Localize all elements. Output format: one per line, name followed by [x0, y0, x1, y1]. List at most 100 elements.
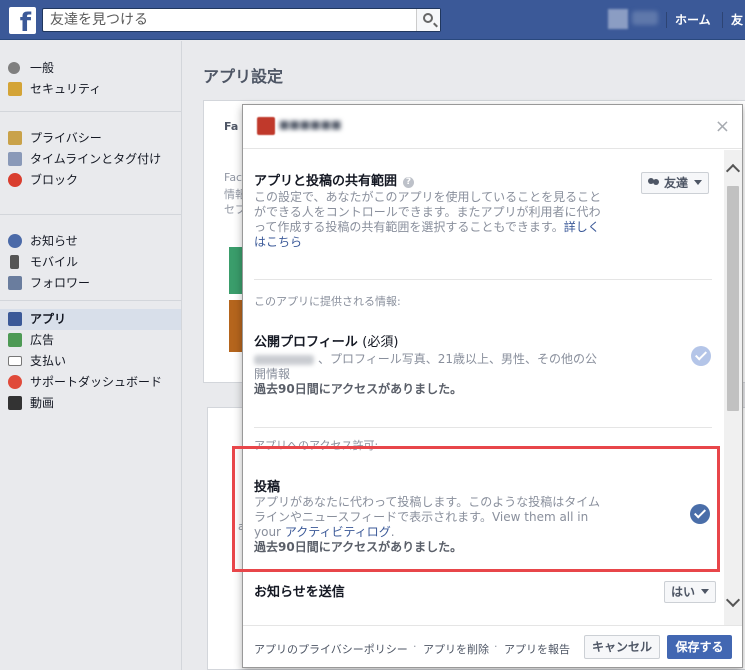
sidebar-item-label: タイムラインとタグ付け: [30, 152, 162, 166]
sidebar-item-videos[interactable]: 動画: [0, 393, 181, 414]
send-notifications-title: お知らせを送信: [254, 585, 345, 600]
provided-info-label: このアプリに提供される情報:: [254, 295, 401, 308]
required-tag: (必須): [362, 335, 399, 350]
card-fragment: Fac: [224, 171, 243, 184]
sidebar-item-notifications[interactable]: お知らせ: [0, 231, 181, 252]
sidebar-group-privacy: プライバシー タイムラインとタグ付け ブロック: [0, 112, 181, 215]
sidebar-item-general[interactable]: 一般: [0, 58, 181, 79]
access-permission-label: アプリへのアクセス許可:: [254, 439, 379, 452]
audience-title-text: アプリと投稿の共有範囲: [254, 174, 398, 189]
profile-avatar[interactable]: [608, 9, 628, 29]
nav-divider: [722, 12, 723, 28]
sidebar-item-followers[interactable]: フォロワー: [0, 273, 181, 294]
gears-icon: [8, 62, 20, 74]
checkmark-icon: [691, 346, 711, 366]
sidebar-item-label: アプリ: [30, 312, 67, 326]
sidebar-item-label: 支払い: [30, 354, 67, 368]
last-access-text: 過去90日間にアクセスがありました。: [254, 382, 463, 396]
scroll-up-icon[interactable]: [725, 163, 741, 179]
audience-dropdown[interactable]: 友達: [641, 172, 710, 194]
notifications-dropdown[interactable]: はい: [664, 581, 717, 603]
notifications-dropdown-value: はい: [671, 585, 696, 599]
privacy-policy-link[interactable]: アプリのプライバシーポリシー: [254, 641, 408, 657]
nav-divider: [666, 12, 667, 28]
divider: [254, 427, 712, 428]
posts-description: アプリがあなたに代わって投稿します。このような投稿はタイムラインやニュースフィー…: [254, 495, 604, 555]
separator: ·: [494, 640, 498, 653]
sidebar-item-support-dashboard[interactable]: サポートダッシュボード: [0, 372, 181, 393]
sidebar-item-ads[interactable]: 広告: [0, 330, 181, 351]
sidebar-group-notifications: お知らせ モバイル フォロワー: [0, 215, 181, 301]
profile-name-link[interactable]: [632, 11, 658, 25]
remove-app-link[interactable]: アプリを削除: [423, 641, 489, 657]
activity-log-link[interactable]: アクティビティログ: [285, 525, 391, 539]
app-icon: [257, 117, 275, 135]
app-settings-dialog: ■■■■■■ × アプリと投稿の共有範囲? この設定で、あなたがこのアプリを使用…: [242, 104, 743, 668]
audience-description: この設定で、あなたがこのアプリを使用していることを見ることができる人をコントロー…: [254, 190, 604, 250]
checkmark-icon[interactable]: [690, 504, 710, 524]
home-link[interactable]: ホーム: [675, 11, 711, 28]
separator: ·: [413, 640, 417, 653]
settings-sidebar: 一般 セキュリティ プライバシー タイムラインとタグ付け ブロック お知らせ モ…: [0, 41, 181, 670]
user-name-redacted: [254, 354, 314, 365]
friends-link[interactable]: 友: [731, 11, 743, 28]
sidebar-item-privacy[interactable]: プライバシー: [0, 128, 181, 149]
mobile-icon: [10, 255, 19, 269]
sidebar-item-label: 動画: [30, 396, 55, 410]
app-name: ■■■■■■: [279, 118, 342, 131]
sidebar-item-label: セキュリティ: [30, 82, 102, 96]
audience-dropdown-value: 友達: [664, 176, 689, 190]
card-fragment: Fa: [224, 120, 239, 133]
search-input[interactable]: [43, 9, 418, 31]
public-profile-title-text: 公開プロフィール: [254, 335, 358, 350]
globe-icon: [8, 234, 22, 248]
scroll-down-icon[interactable]: [725, 592, 741, 608]
help-icon[interactable]: ?: [403, 177, 415, 188]
chevron-down-icon: [694, 180, 703, 185]
sidebar-item-apps[interactable]: アプリ: [0, 309, 181, 330]
audience-title: アプリと投稿の共有範囲?: [254, 170, 415, 189]
sidebar-item-timeline-tagging[interactable]: タイムラインとタグ付け: [0, 149, 181, 170]
lock-icon: [8, 131, 22, 145]
public-profile-title: 公開プロフィール (必須): [254, 331, 398, 350]
dialog-body: アプリと投稿の共有範囲? この設定で、あなたがこのアプリを使用していることを見る…: [243, 150, 724, 625]
divider: [254, 279, 712, 280]
scroll-thumb[interactable]: [727, 186, 739, 411]
block-icon: [8, 173, 22, 187]
sidebar-item-label: お知らせ: [30, 234, 78, 248]
sidebar-item-payments[interactable]: 支払い: [0, 351, 181, 372]
last-access-text: 過去90日間にアクセスがありました。: [254, 540, 463, 554]
page-title: アプリ設定: [203, 67, 284, 86]
film-icon: [8, 396, 22, 410]
sidebar-item-label: サポートダッシュボード: [30, 375, 163, 389]
sidebar-item-block[interactable]: ブロック: [0, 170, 181, 191]
report-app-link[interactable]: アプリを報告: [504, 641, 570, 657]
dialog-scrollbar[interactable]: [724, 150, 742, 625]
save-button[interactable]: 保存する: [667, 635, 732, 659]
search-button[interactable]: [416, 9, 440, 31]
sidebar-item-label: プライバシー: [30, 131, 102, 145]
dialog-footer: アプリのプライバシーポリシー · アプリを削除 · アプリを報告 キャンセル 保…: [243, 625, 742, 667]
cancel-button[interactable]: キャンセル: [584, 635, 660, 659]
search-box: [42, 8, 441, 32]
sidebar-group-account: 一般 セキュリティ: [0, 41, 181, 112]
sidebar-item-label: フォロワー: [30, 276, 91, 290]
ads-icon: [8, 333, 22, 347]
lifebuoy-icon: [8, 375, 22, 389]
sidebar-item-label: 広告: [30, 333, 55, 347]
public-profile-description: 、プロフィール写真、21歳以上、男性、その他の公開情報 過去90日間にアクセスが…: [254, 352, 604, 397]
facebook-logo-icon[interactable]: f: [9, 7, 36, 34]
sidebar-item-security[interactable]: セキュリティ: [0, 79, 181, 100]
sidebar-item-label: ブロック: [30, 173, 79, 187]
friends-icon: [648, 178, 660, 188]
close-icon[interactable]: ×: [715, 116, 730, 137]
chevron-down-icon: [701, 589, 710, 594]
timeline-icon: [8, 152, 22, 166]
card-icon: [8, 356, 22, 366]
period: .: [390, 525, 395, 539]
audience-description-text: この設定で、あなたがこのアプリを使用していることを見ることができる人をコントロー…: [254, 190, 602, 234]
apps-icon: [8, 312, 22, 326]
posts-title: 投稿: [254, 480, 281, 495]
sidebar-item-mobile[interactable]: モバイル: [0, 252, 181, 273]
sidebar-group-apps: アプリ 広告 支払い サポートダッシュボード 動画: [0, 301, 181, 422]
